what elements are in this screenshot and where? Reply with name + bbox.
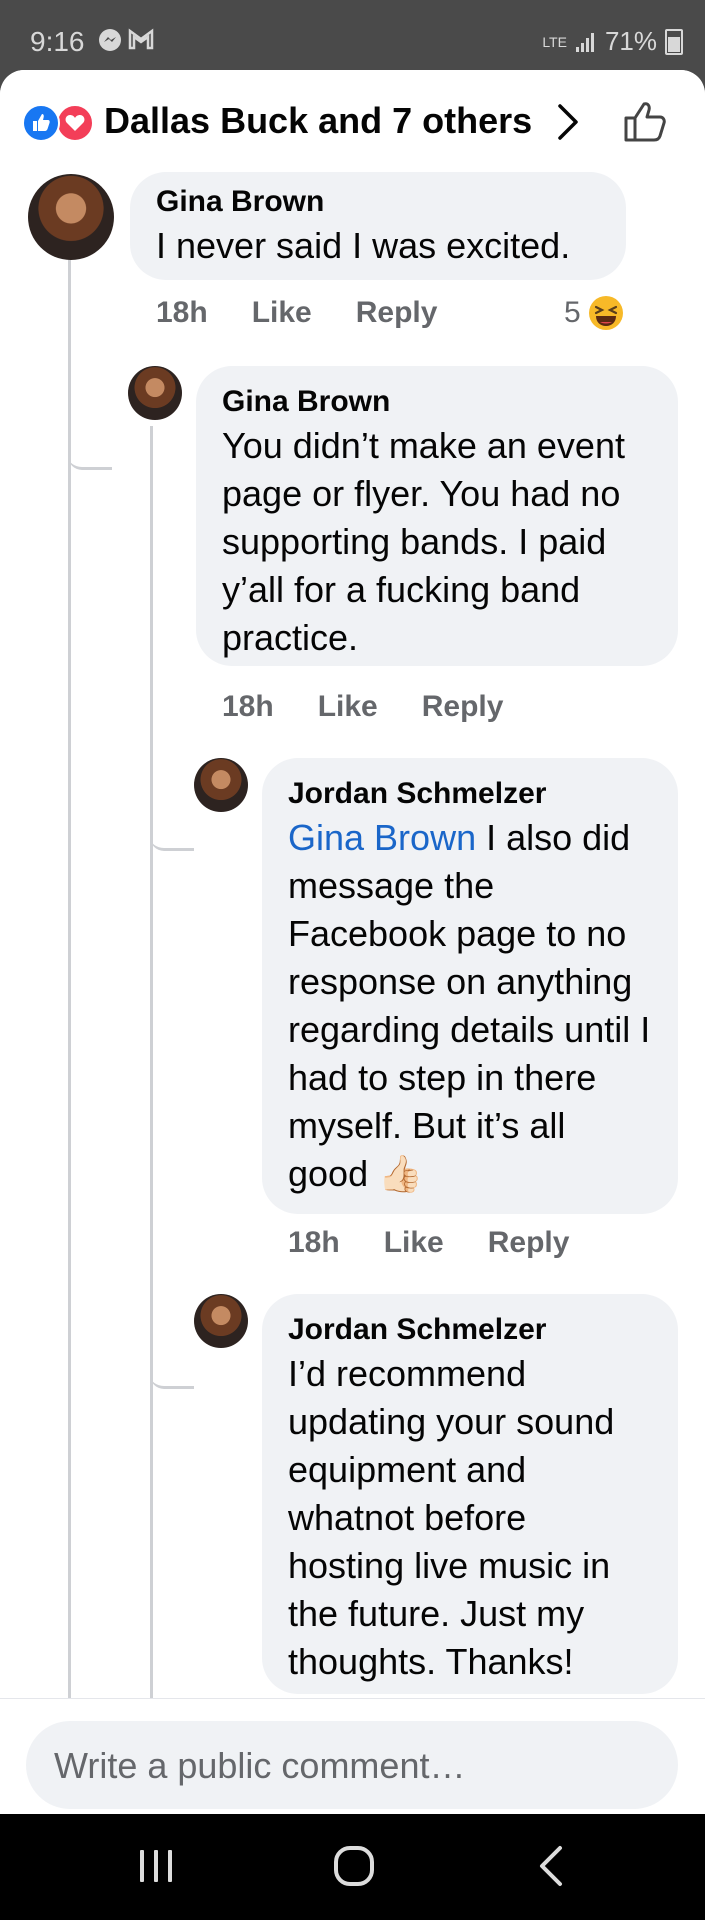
like-button[interactable]: Like	[384, 1226, 444, 1260]
chevron-right-icon[interactable]	[556, 102, 580, 142]
comment-time: 18h	[156, 296, 208, 329]
reply-button[interactable]: Reply	[356, 296, 438, 330]
comment-author[interactable]: Jordan Schmelzer	[288, 774, 652, 814]
battery-icon	[665, 28, 683, 55]
signal-icon	[575, 32, 594, 52]
comment-text-body: I also did message the Facebook page to …	[288, 817, 651, 1194]
status-bar: 9:16 LTE 71%	[0, 0, 705, 70]
avatar[interactable]	[128, 366, 182, 420]
comment-bubble: Gina Brown You didn’t make an event page…	[196, 366, 678, 666]
comment-actions: 18h Like Reply	[288, 1226, 569, 1260]
comment-bubble: Jordan Schmelzer I’d recommend updating …	[262, 1294, 678, 1694]
comment-input-placeholder: Write a public comment…	[54, 1745, 466, 1786]
reactions-header[interactable]: Dallas Buck and 7 others	[0, 70, 705, 170]
thread-elbow	[68, 390, 112, 470]
thread-line	[150, 426, 153, 1698]
network-type: LTE	[542, 33, 567, 50]
avatar[interactable]	[194, 758, 248, 812]
comment-text: I never said I was excited.	[156, 225, 571, 266]
like-button[interactable]: Like	[252, 296, 312, 330]
messenger-icon	[99, 29, 121, 51]
reaction-count[interactable]: 5	[564, 294, 625, 332]
thread-elbow	[150, 770, 194, 851]
thread-line	[68, 258, 71, 1698]
system-nav-bar	[0, 1814, 705, 1920]
love-reaction-icon	[56, 104, 94, 142]
reply-button[interactable]: Reply	[488, 1226, 570, 1260]
comment-time: 18h	[288, 1226, 340, 1259]
recent-apps-icon[interactable]	[136, 1844, 176, 1888]
status-right: LTE 71%	[542, 26, 683, 57]
back-icon[interactable]	[536, 1844, 566, 1888]
comment-bubble: Jordan Schmelzer Gina Brown I also did m…	[262, 758, 678, 1214]
comment-bubble: Gina Brown I never said I was excited.	[130, 172, 626, 280]
like-post-icon[interactable]	[622, 98, 670, 144]
comment-actions: 18h Like Reply	[222, 690, 503, 724]
comment-text: You didn’t make an event page or flyer. …	[222, 425, 625, 658]
comment-text: I’d recommend updating your sound equipm…	[288, 1353, 615, 1682]
comment-author[interactable]: Jordan Schmelzer	[288, 1310, 652, 1350]
home-icon[interactable]	[332, 1844, 376, 1888]
comment-text: Gina Brown I also did message the Facebo…	[288, 814, 652, 1198]
like-reaction-icon	[22, 104, 60, 142]
comment-composer: Write a public comment…	[0, 1698, 705, 1814]
comment-author[interactable]: Gina Brown	[156, 182, 600, 222]
comment-author[interactable]: Gina Brown	[222, 382, 652, 422]
reaction-count-value: 5	[564, 296, 581, 329]
like-button[interactable]: Like	[318, 690, 378, 724]
mention-link[interactable]: Gina Brown	[288, 817, 476, 858]
battery-percent: 71%	[604, 26, 657, 56]
thread-elbow	[150, 1306, 194, 1389]
thumbs-up-emoji-icon: 👍🏻	[378, 1153, 423, 1194]
reactions-summary[interactable]: Dallas Buck and 7 others	[104, 100, 532, 142]
avatar[interactable]	[194, 1294, 248, 1348]
comment-time: 18h	[222, 690, 274, 723]
status-time: 9:16	[30, 26, 85, 57]
comment-input[interactable]: Write a public comment…	[26, 1721, 678, 1809]
reply-button[interactable]: Reply	[422, 690, 504, 724]
comment-actions: 18h Like Reply	[156, 296, 437, 330]
gmail-icon	[128, 28, 154, 50]
comments-sheet: Dallas Buck and 7 others Gina Brown I ne…	[0, 70, 705, 1814]
haha-emoji-icon	[588, 296, 623, 330]
avatar[interactable]	[28, 174, 114, 260]
